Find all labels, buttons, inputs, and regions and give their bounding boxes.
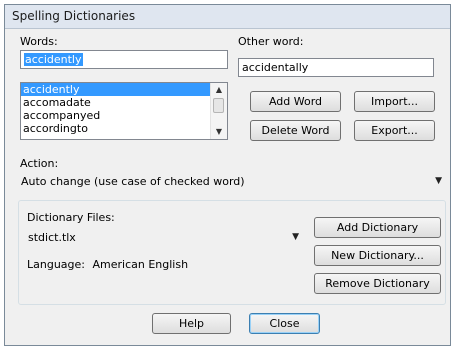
- chevron-down-icon[interactable]: ▼: [435, 173, 442, 190]
- words-input-value: accidently: [24, 53, 83, 66]
- action-value: Auto change (use case of checked word): [21, 175, 245, 188]
- words-input[interactable]: accidently: [20, 50, 228, 69]
- scroll-thumb[interactable]: [213, 98, 224, 113]
- list-item[interactable]: accidently: [21, 83, 227, 96]
- other-word-label: Other word:: [238, 35, 304, 48]
- words-scrollbar[interactable]: ▲ ▼: [210, 83, 227, 139]
- language-row: Language: American English: [27, 258, 188, 271]
- close-button[interactable]: Close: [249, 313, 320, 334]
- scroll-down-arrow-icon[interactable]: ▼: [211, 125, 227, 139]
- export-button[interactable]: Export...: [354, 120, 435, 141]
- remove-dictionary-button[interactable]: Remove Dictionary: [314, 273, 441, 294]
- window-title: Spelling Dictionaries: [5, 5, 450, 29]
- list-item[interactable]: accomadate: [21, 96, 227, 109]
- dictionary-files-label: Dictionary Files:: [27, 211, 115, 224]
- action-label: Action:: [20, 157, 59, 170]
- other-word-input[interactable]: accidentally: [238, 58, 434, 77]
- language-value: American English: [92, 258, 189, 271]
- add-word-button[interactable]: Add Word: [250, 91, 341, 112]
- words-label: Words:: [20, 35, 58, 48]
- language-label: Language:: [27, 258, 85, 271]
- add-dictionary-button[interactable]: Add Dictionary: [314, 217, 441, 238]
- list-item[interactable]: accordingto: [21, 122, 227, 135]
- chevron-down-icon[interactable]: ▼: [292, 229, 299, 246]
- import-button[interactable]: Import...: [354, 91, 435, 112]
- other-word-value: accidentally: [242, 61, 309, 74]
- help-button[interactable]: Help: [152, 313, 231, 334]
- words-listbox[interactable]: accidently accomadate accompanyed accord…: [20, 82, 228, 140]
- list-item[interactable]: accompanyed: [21, 109, 227, 122]
- new-dictionary-button[interactable]: New Dictionary...: [314, 245, 441, 266]
- delete-word-button[interactable]: Delete Word: [250, 120, 341, 141]
- spelling-dictionaries-dialog: Spelling Dictionaries Words: accidently …: [4, 4, 451, 346]
- action-dropdown[interactable]: Auto change (use case of checked word) ▼: [19, 173, 445, 192]
- scroll-up-arrow-icon[interactable]: ▲: [211, 83, 227, 97]
- dictionary-file-dropdown[interactable]: stdict.tlx ▼: [26, 229, 302, 248]
- dictionary-file-value: stdict.tlx: [28, 231, 76, 244]
